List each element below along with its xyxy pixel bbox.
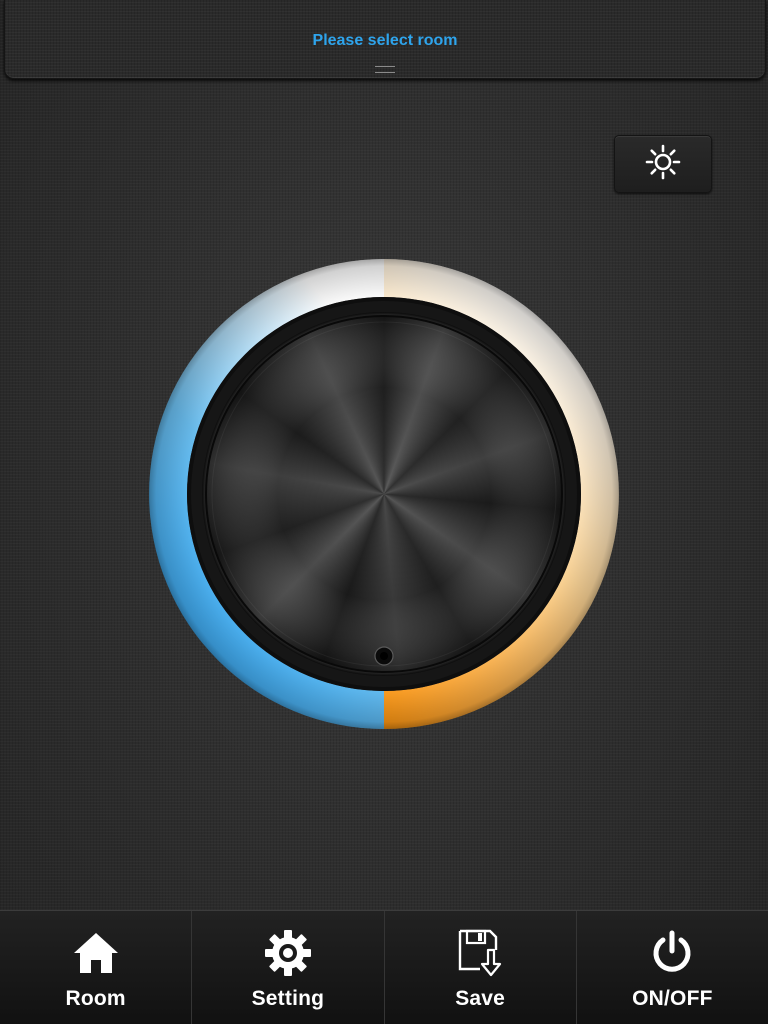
bottom-toolbar: Room Setting Save ON/OFF	[0, 910, 768, 1024]
color-temperature-dial[interactable]	[149, 259, 619, 729]
setting-button-label: Setting	[251, 987, 325, 1010]
power-button[interactable]: ON/OFF	[576, 911, 768, 1024]
room-selector-label[interactable]: Please select room	[5, 32, 765, 50]
power-button-label: ON/OFF	[632, 987, 713, 1010]
save-button-label: Save	[455, 987, 506, 1010]
room-button-label: Room	[65, 987, 126, 1010]
drag-grip-icon[interactable]	[375, 66, 395, 73]
room-button[interactable]: Room	[0, 911, 193, 1024]
sun-icon	[645, 144, 681, 185]
dial-knob[interactable]	[202, 312, 566, 676]
dial-indicator	[374, 646, 394, 666]
save-icon	[454, 927, 506, 979]
room-selector-bar[interactable]: Please select room	[4, 0, 766, 79]
save-button[interactable]: Save	[384, 911, 577, 1024]
setting-button[interactable]: Setting	[192, 911, 385, 1024]
gear-icon	[262, 927, 314, 979]
brightness-button[interactable]	[614, 135, 712, 193]
screen: Please select room Room Setting Save ON/…	[0, 0, 768, 1024]
power-icon	[646, 927, 698, 979]
home-icon	[70, 927, 122, 979]
